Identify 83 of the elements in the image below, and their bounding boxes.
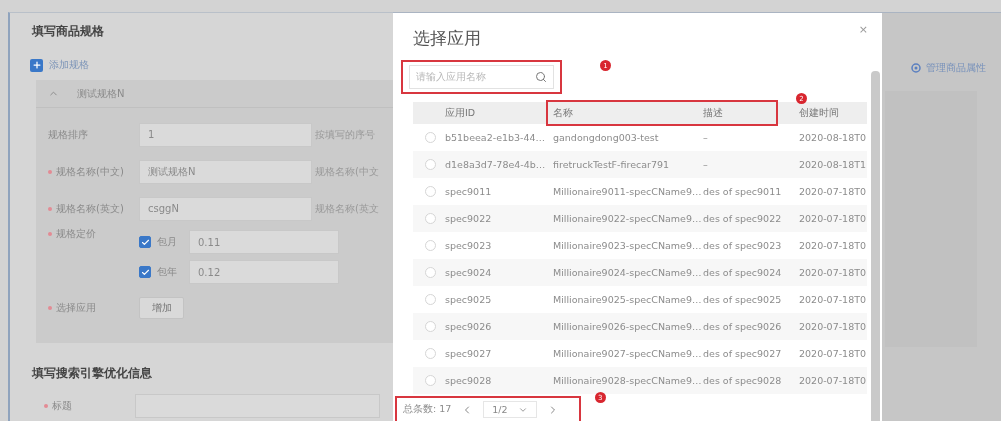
plus-icon[interactable] <box>30 58 43 72</box>
gear-icon <box>911 63 921 73</box>
field-label: 规格名称(中文) <box>56 164 124 179</box>
table-cell-text: – <box>703 132 709 143</box>
total-count: 总条数: 17 <box>403 403 452 416</box>
table-cell-text: gandongdong003-test <box>553 132 660 143</box>
radio-button[interactable] <box>425 294 436 305</box>
manage-attributes-link[interactable]: 管理商品属性 <box>911 61 1001 75</box>
table-cell-text: b51beea2-e1b3-44… <box>445 132 547 143</box>
table-cell-text: spec9023 <box>445 240 493 251</box>
table-cell-text: spec9022 <box>445 213 493 224</box>
field-label: 规格定价 <box>56 227 96 241</box>
radio-button[interactable] <box>425 159 436 170</box>
required-mark <box>48 232 52 236</box>
required-mark <box>48 306 52 310</box>
column-header: 名称 <box>553 106 574 120</box>
close-button[interactable]: × <box>858 23 868 36</box>
table-cell-text: des of spec9024 <box>703 267 783 278</box>
required-mark <box>48 169 52 174</box>
table-cell-text: spec9027 <box>445 348 493 359</box>
table-cell-text: spec9025 <box>445 294 493 305</box>
price-field[interactable]: 0.11 <box>189 230 339 254</box>
text-field[interactable]: 测试规格N <box>139 159 312 184</box>
table-cell-text: spec9026 <box>445 321 493 332</box>
text-field[interactable]: csggN <box>139 196 312 221</box>
table-cell: 2020-07-18T0 <box>799 321 867 332</box>
price-field[interactable]: 0.12 <box>189 260 339 284</box>
table-cell: 2020-07-18T0 <box>799 375 867 386</box>
radio-button[interactable] <box>425 213 436 224</box>
table-cell-text: des of spec9022 <box>703 213 783 224</box>
column-header: 描述 <box>703 106 724 120</box>
radio-button[interactable] <box>425 348 436 359</box>
table-cell-text: des of spec9025 <box>703 294 783 305</box>
table-cell: Millionaire9023-specCName9… <box>553 240 703 251</box>
table-cell-text: spec9011 <box>445 186 493 197</box>
table-cell: 2020-07-18T0 <box>799 294 867 305</box>
table-cell: 2020-07-18T0 <box>799 348 867 359</box>
text-field[interactable]: 1 <box>139 122 312 147</box>
required-mark <box>48 206 52 211</box>
column-header: 创建时间 <box>799 106 840 120</box>
search-field[interactable]: 请输入应用名称 <box>409 65 554 89</box>
radio-button[interactable] <box>425 267 436 278</box>
table-cell: 2020-07-18T0 <box>799 213 867 224</box>
table-cell-text: des of spec9026 <box>703 321 783 332</box>
table-cell: Millionaire9011-specCName9… <box>553 186 703 197</box>
search-icon <box>535 71 547 83</box>
table-cell-text: des of spec9027 <box>703 348 783 359</box>
table-cell-text: des of spec9028 <box>703 375 783 386</box>
table-cell: Millionaire9024-specCName9… <box>553 267 703 278</box>
checkbox[interactable] <box>139 236 151 248</box>
table-cell-text: des of spec9023 <box>703 240 783 251</box>
dialog-title: 选择应用 <box>413 27 481 50</box>
radio-button[interactable] <box>425 375 436 386</box>
table-cell: Millionaire9025-specCName9… <box>553 294 703 305</box>
table-cell-text: – <box>703 159 709 170</box>
table-cell: Millionaire9027-specCName9… <box>553 348 703 359</box>
field-label: 规格名称(英文) <box>56 201 124 216</box>
radio-button[interactable] <box>425 186 436 197</box>
table-cell: 2020-07-18T0 <box>799 240 867 251</box>
radio-button[interactable] <box>425 132 436 143</box>
section-title: 填写搜索引擎优化信息 <box>32 365 153 382</box>
table-cell-text: des of spec9011 <box>703 186 783 197</box>
checkbox[interactable] <box>139 266 151 278</box>
add-button[interactable]: 增加 <box>139 297 184 319</box>
table-cell: 2020-08-18T0 <box>799 132 867 143</box>
table-cell: Millionaire9022-specCName9… <box>553 213 703 224</box>
field-label: 标题 <box>52 399 72 413</box>
section-title: 填写商品规格 <box>32 23 105 40</box>
table-cell: 2020-07-18T0 <box>799 186 867 197</box>
table-cell: Millionaire9026-specCName9… <box>553 321 703 332</box>
radio-button[interactable] <box>425 240 436 251</box>
table-cell-text: spec9024 <box>445 267 493 278</box>
table-cell: 2020-08-18T1 <box>799 159 867 170</box>
column-header: 应用ID <box>445 106 477 120</box>
table-cell: 2020-07-18T0 <box>799 267 867 278</box>
table-cell-text: firetruckTestF-firecar791 <box>553 159 671 170</box>
required-mark <box>44 404 48 408</box>
radio-button[interactable] <box>425 321 436 332</box>
table-cell: Millionaire9028-specCName9… <box>553 375 703 386</box>
table-cell-text: d1e8a3d7-78e4-4b… <box>445 159 547 170</box>
table-cell-text: spec9028 <box>445 375 493 386</box>
page-select[interactable]: 1/2 <box>483 401 537 418</box>
add-spec-link[interactable]: 添加规格 <box>49 58 89 72</box>
